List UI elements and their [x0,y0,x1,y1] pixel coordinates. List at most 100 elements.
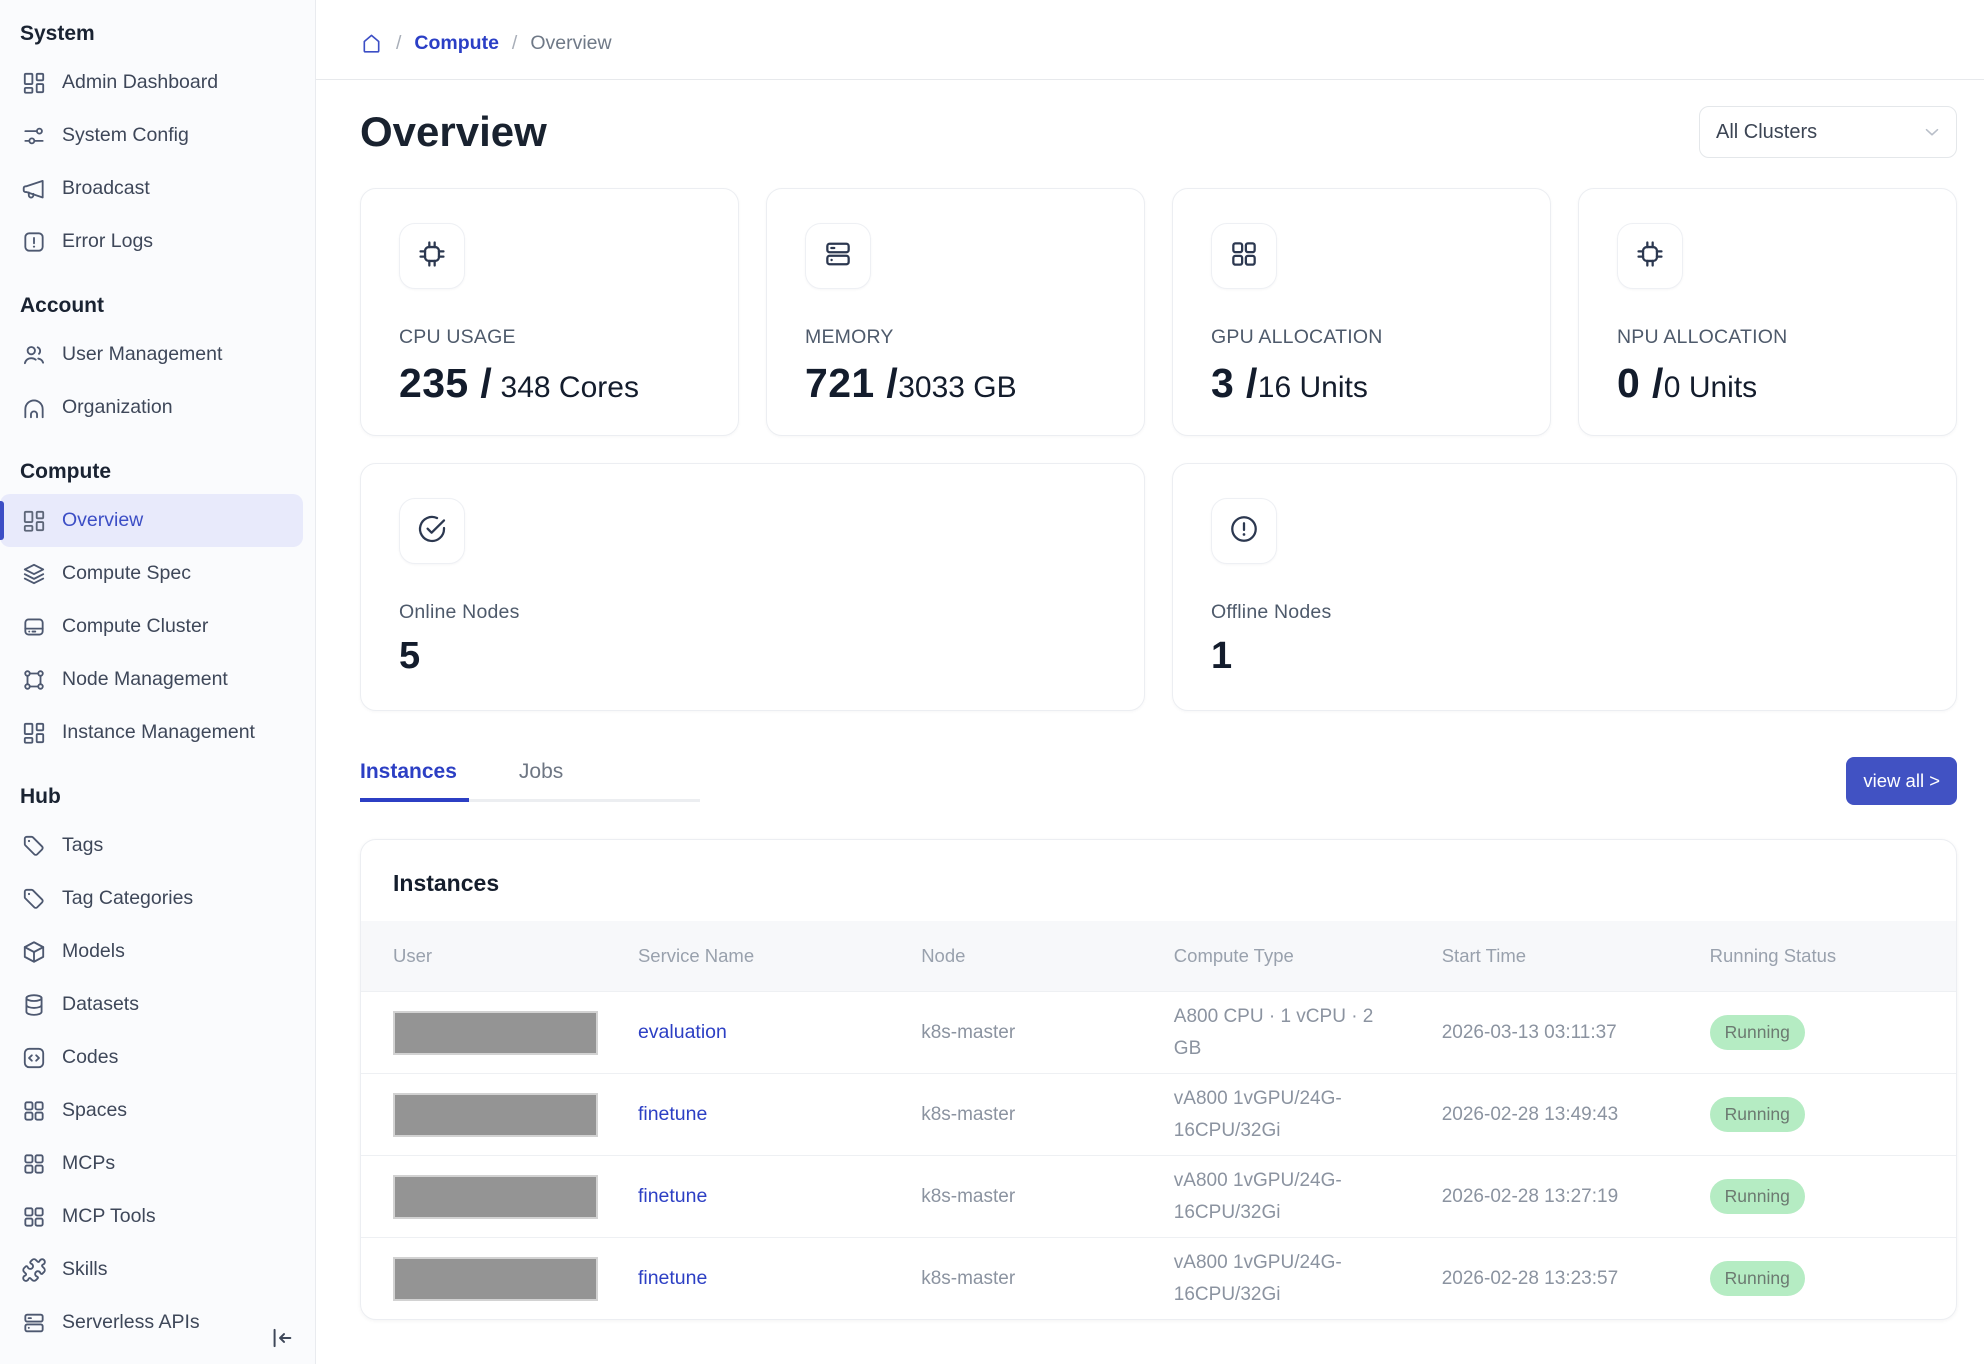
node-card-label: Online Nodes [399,601,1106,624]
service-name-link[interactable]: finetune [638,1185,921,1208]
sidebar-item[interactable]: Compute Cluster [0,600,315,653]
stat-card-value-used: 235 / [399,360,492,406]
check-circle-icon [416,513,448,550]
breadcrumb-separator: / [396,32,401,55]
sidebar-item[interactable]: Models [0,925,315,978]
sidebar-item-label: User Management [62,343,222,366]
node-card-icon-box [399,498,465,564]
stat-card-value: 235 / 348 Cores [399,360,700,407]
table-column-header: Start Time [1442,945,1710,967]
start-time-cell: 2026-02-28 13:27:19 [1442,1181,1710,1212]
start-time-cell: 2026-02-28 13:49:43 [1442,1099,1710,1130]
sidebar-item-label: Broadcast [62,177,150,200]
node-cards-row: Online Nodes 5 Offline Nodes 1 [360,463,1957,711]
service-name-link[interactable]: evaluation [638,1021,921,1044]
sidebar-item[interactable]: Organization [0,381,315,434]
sidebar-item[interactable]: Skills [0,1243,315,1296]
user-cell [393,1011,638,1055]
redacted-user-block [393,1175,598,1219]
cluster-filter-value: All Clusters [1716,121,1817,144]
stat-card-value: 0 /0 Units [1617,360,1918,407]
sidebar-item-label: Organization [62,396,173,419]
sidebar-item[interactable]: Codes [0,1031,315,1084]
status-badge: Running [1710,1097,1805,1132]
megaphone-icon [21,176,47,202]
service-name-link[interactable]: finetune [638,1103,921,1126]
sidebar-item[interactable]: Spaces [0,1084,315,1137]
home-icon[interactable] [360,32,383,55]
table-row: finetune k8s-master vA800 1vGPU/24G-16CP… [361,1073,1956,1155]
start-time-cell: 2026-03-13 03:11:37 [1442,1017,1710,1048]
sidebar-item[interactable]: Node Management [0,653,315,706]
grid-icon [21,1151,47,1177]
node-card: Online Nodes 5 [360,463,1145,711]
sidebar-item-label: Node Management [62,668,228,691]
view-all-button[interactable]: view all > [1846,757,1957,805]
node-card-value: 5 [399,635,1106,678]
sidebar-item[interactable]: Admin Dashboard [0,56,315,109]
grid-icon [21,1204,47,1230]
package-icon [21,939,47,965]
tag-icon [21,886,47,912]
nodes-icon [21,667,47,693]
stat-card: MEMORY 721 /3033 GB [766,188,1145,436]
sidebar-item[interactable]: Broadcast [0,162,315,215]
sidebar-item-label: Codes [62,1046,118,1069]
breadcrumb-current: Overview [530,32,611,55]
stat-card-value-total: 16 Units [1258,371,1368,404]
tab[interactable]: Jobs [519,760,575,802]
sidebar-item-label: Tags [62,834,103,857]
node-card-icon-box [1211,498,1277,564]
sidebar-item-label: Compute Cluster [62,615,208,638]
sidebar-item-label: Instance Management [62,721,255,744]
node-card-value: 1 [1211,635,1918,678]
table-column-header: Service Name [638,945,921,967]
status-cell: Running [1710,1015,1924,1050]
stat-card-value: 721 /3033 GB [805,360,1106,407]
sidebar-item-label: MCPs [62,1152,115,1175]
sidebar-section-title: System [0,14,315,56]
user-cell [393,1093,638,1137]
collapse-icon[interactable] [267,1324,295,1352]
alert-circle-icon [1228,513,1260,550]
sidebar-item-label: System Config [62,124,189,147]
sidebar-item[interactable]: User Management [0,328,315,381]
layers-icon [21,561,47,587]
instances-panel: Instances User Service Name Node Compute… [360,839,1957,1320]
breadcrumb-link-compute[interactable]: Compute [414,32,499,55]
sidebar-item[interactable]: Instance Management [0,706,315,759]
sidebar-item[interactable]: MCPs [0,1137,315,1190]
sidebar-item[interactable]: System Config [0,109,315,162]
sidebar-item-label: Error Logs [62,230,153,253]
memory-server-icon [822,238,854,275]
sidebar-item[interactable]: MCP Tools [0,1190,315,1243]
stat-card-value-total: 0 Units [1664,371,1757,404]
sidebar-item[interactable]: Error Logs [0,215,315,268]
table-body: evaluation k8s-master A800 CPU · 1 vCPU … [361,991,1956,1319]
server-icon [21,1310,47,1336]
sidebar-item-label: Overview [62,509,143,532]
compute-type-cell: vA800 1vGPU/24G-16CPU/32Gi [1174,1083,1442,1146]
status-badge: Running [1710,1261,1805,1296]
sidebar-item[interactable]: Tag Categories [0,872,315,925]
sidebar-item[interactable]: Tags [0,819,315,872]
database-icon [21,992,47,1018]
sidebar-item-label: Skills [62,1258,108,1281]
main-content: / Compute / Overview Overview All Cluste… [316,0,1984,1364]
sidebar-item[interactable]: Datasets [0,978,315,1031]
tag-icon [21,833,47,859]
sidebar-item[interactable]: Overview [0,494,303,547]
sidebar-item[interactable]: Compute Spec [0,547,315,600]
service-name-link[interactable]: finetune [638,1267,921,1290]
tab[interactable]: Instances [360,760,469,802]
breadcrumb-divider [316,79,1984,80]
node-card: Offline Nodes 1 [1172,463,1957,711]
stat-card-icon-box [1211,223,1277,289]
grid-icon [21,1098,47,1124]
table-row: finetune k8s-master vA800 1vGPU/24G-16CP… [361,1155,1956,1237]
npu-chip-icon [1634,238,1666,275]
cluster-filter-select[interactable]: All Clusters [1699,106,1957,158]
users-icon [21,342,47,368]
tabs: Instances Jobs [360,760,700,802]
puzzle-icon [21,1257,47,1283]
